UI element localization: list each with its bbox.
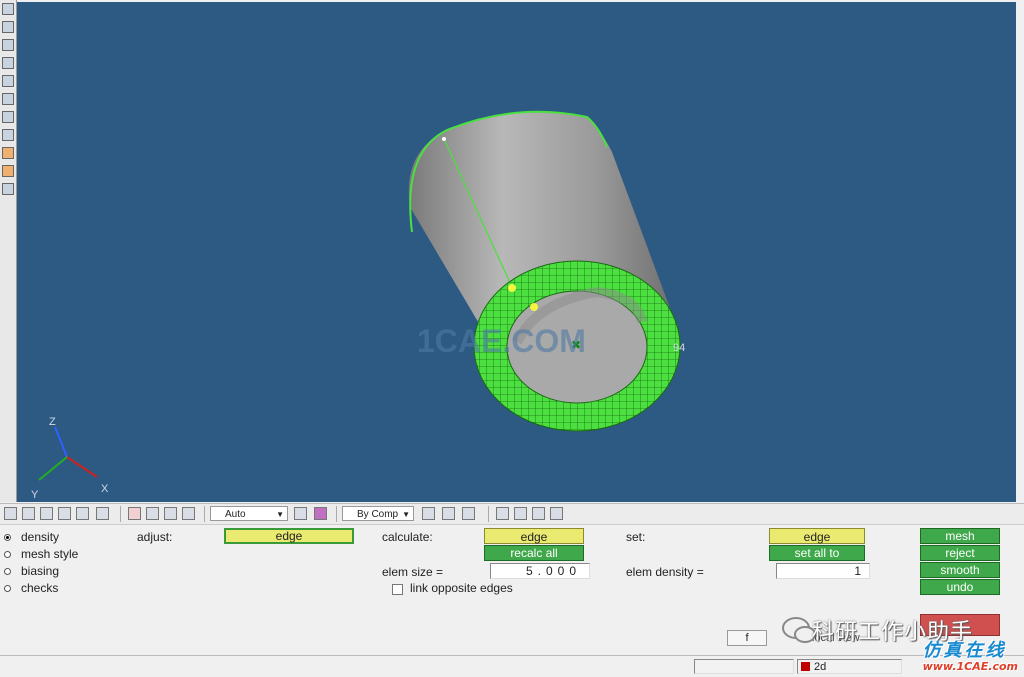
- svg-text:Z: Z: [49, 416, 56, 428]
- elem-size-input[interactable]: 5.000: [490, 563, 590, 579]
- mesh-icon[interactable]: [2, 57, 14, 69]
- model-canvas: ✖ 94 1CAE.COM Z X Y: [31, 110, 685, 501]
- label-abc2-icon[interactable]: [2, 165, 14, 177]
- shaded-elements-icon[interactable]: [442, 507, 455, 520]
- svg-text:X: X: [101, 483, 109, 495]
- display-icon[interactable]: [2, 3, 14, 15]
- smooth-button[interactable]: smooth: [920, 562, 1000, 578]
- calculate-label: calculate:: [382, 530, 433, 544]
- set-label: set:: [626, 530, 646, 544]
- import-icon[interactable]: [96, 507, 109, 520]
- link-opposite-checkbox[interactable]: [392, 584, 403, 595]
- solid-icon[interactable]: [2, 93, 14, 105]
- site-watermark-en: www.1CAE.com: [922, 660, 1018, 673]
- find-icon[interactable]: [182, 507, 195, 520]
- radio-density[interactable]: [4, 533, 11, 541]
- delete-icon[interactable]: [128, 507, 141, 520]
- elem-size-label: elem size =: [382, 565, 444, 579]
- set-all-to-button[interactable]: set all to: [769, 545, 865, 561]
- mesh-button[interactable]: mesh: [920, 528, 1000, 544]
- reject-button[interactable]: reject: [920, 545, 1000, 561]
- set-edge-button[interactable]: edge: [769, 528, 865, 544]
- elem-density-input[interactable]: 1: [776, 563, 870, 579]
- option-density[interactable]: density: [4, 530, 59, 544]
- node-marker-1: [508, 284, 516, 292]
- wireframe-icon[interactable]: [422, 507, 435, 520]
- unmask-icon[interactable]: [164, 507, 177, 520]
- svg-text:Y: Y: [31, 489, 39, 501]
- elements-icon[interactable]: [2, 75, 14, 87]
- status-field-empty: [694, 659, 794, 674]
- cube-icon[interactable]: [514, 507, 527, 520]
- viewport-watermark: 1CAE.COM: [417, 323, 586, 359]
- main-toolbar: Auto ▼ By Comp ▼: [0, 503, 1024, 525]
- option-mesh-style[interactable]: mesh style: [4, 547, 78, 561]
- site-watermark-cn: 仿真在线: [922, 640, 1007, 661]
- nodes-icon[interactable]: [532, 507, 545, 520]
- mode-color-icon: [801, 662, 810, 671]
- node-marker-2: [530, 303, 538, 311]
- export-icon[interactable]: [76, 507, 89, 520]
- auto-select[interactable]: Auto ▼: [210, 506, 288, 521]
- status-mode: 2d: [797, 659, 902, 674]
- graphics-viewport[interactable]: ✖ 94 1CAE.COM Z X Y: [17, 2, 1016, 502]
- f-button[interactable]: f: [727, 630, 767, 646]
- label-abc-icon[interactable]: [2, 147, 14, 159]
- open-icon[interactable]: [4, 507, 17, 520]
- shaded-icon[interactable]: [2, 183, 14, 195]
- view-box-icon[interactable]: [496, 507, 509, 520]
- view-icon[interactable]: [2, 111, 14, 123]
- link-opposite-label: link opposite edges: [410, 581, 513, 595]
- numbers-icon[interactable]: [2, 129, 14, 141]
- elem-density-label: elem density =: [626, 565, 704, 579]
- axis-triad: Z X Y: [31, 416, 109, 501]
- glasses-icon[interactable]: [550, 507, 563, 520]
- radio-checks[interactable]: [4, 584, 11, 592]
- recalc-all-button[interactable]: recalc all: [484, 545, 584, 561]
- folder-icon[interactable]: [40, 507, 53, 520]
- calculate-edge-button[interactable]: edge: [484, 528, 584, 544]
- adjust-edge-button[interactable]: edge: [224, 528, 354, 544]
- undo-button[interactable]: undo: [920, 579, 1000, 595]
- mask-icon[interactable]: [146, 507, 159, 520]
- shaded-edges-icon[interactable]: [462, 507, 475, 520]
- color-icon[interactable]: [294, 507, 307, 520]
- model-icon[interactable]: [22, 507, 35, 520]
- site-watermark: 仿真在线 www.1CAE.com: [923, 636, 1018, 673]
- surface-icon[interactable]: [2, 39, 14, 51]
- bycomp-select[interactable]: By Comp ▼: [342, 506, 414, 521]
- adjust-label: adjust:: [137, 530, 173, 544]
- option-checks[interactable]: checks: [4, 581, 58, 595]
- radio-biasing[interactable]: [4, 567, 11, 575]
- shade-icon[interactable]: [314, 507, 327, 520]
- option-biasing[interactable]: biasing: [4, 564, 59, 578]
- node-label: 94: [673, 342, 685, 354]
- status-bar: 2d: [0, 655, 1024, 677]
- left-toolbar: [0, 0, 17, 502]
- component-icon[interactable]: [2, 21, 14, 33]
- save-icon[interactable]: [58, 507, 71, 520]
- radio-mesh-style[interactable]: [4, 550, 11, 558]
